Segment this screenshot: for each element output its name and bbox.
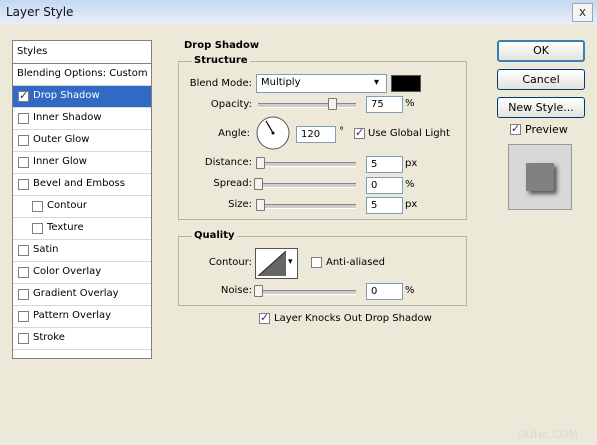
cancel-button[interactable]: Cancel (497, 69, 585, 90)
close-button[interactable]: x (572, 3, 593, 22)
styles-item-label: Inner Glow (33, 156, 87, 167)
styles-item-inner-shadow[interactable]: Inner Shadow (13, 108, 151, 130)
contour-curve-icon (258, 251, 286, 276)
window-title: Layer Style (6, 5, 74, 19)
spread-slider-thumb[interactable] (254, 178, 263, 190)
use-global-light-checkbox[interactable] (354, 126, 365, 139)
noise-slider-thumb[interactable] (254, 285, 263, 297)
preview-thumbnail (508, 144, 572, 210)
size-label: Size: (228, 199, 252, 210)
structure-title: Structure (192, 55, 250, 66)
noise-label: Noise: (220, 285, 252, 296)
styles-item-blending-options-custom[interactable]: Blending Options: Custom (13, 64, 151, 86)
styles-item-checkbox[interactable] (18, 333, 29, 344)
noise-unit: % (405, 285, 415, 296)
styles-item-checkbox[interactable] (18, 113, 29, 124)
styles-item-checkbox[interactable] (18, 157, 29, 168)
styles-item-label: Contour (47, 200, 87, 211)
styles-item-label: Drop Shadow (33, 90, 100, 101)
spread-slider-track[interactable] (258, 183, 356, 188)
distance-slider-track[interactable] (258, 162, 356, 167)
styles-item-label: Stroke (33, 332, 65, 343)
styles-item-pattern-overlay[interactable]: Pattern Overlay (13, 306, 151, 328)
opacity-slider-thumb[interactable] (327, 98, 337, 110)
styles-item-checkbox[interactable] (18, 267, 29, 278)
styles-item-checkbox[interactable] (18, 89, 29, 102)
styles-item-label: Color Overlay (33, 266, 102, 277)
ok-button[interactable]: OK (497, 40, 585, 62)
styles-item-checkbox[interactable] (18, 179, 29, 190)
distance-input[interactable]: 5 (366, 156, 403, 173)
size-input[interactable]: 5 (366, 197, 403, 214)
styles-header[interactable]: Styles (13, 41, 151, 64)
use-global-light-label: Use Global Light (368, 128, 450, 139)
blend-mode-select[interactable]: Multiply ▾ (256, 74, 387, 93)
styles-item-label: Pattern Overlay (33, 310, 112, 321)
styles-item-texture[interactable]: Texture (13, 218, 151, 240)
contour-picker[interactable]: ▾ (255, 248, 298, 279)
styles-item-label: Outer Glow (33, 134, 90, 145)
blend-mode-label: Blend Mode: (189, 78, 252, 89)
styles-item-checkbox[interactable] (32, 223, 43, 234)
drop-shadow-title: Drop Shadow (182, 40, 262, 51)
styles-item-color-overlay[interactable]: Color Overlay (13, 262, 151, 284)
distance-slider-thumb[interactable] (255, 157, 265, 169)
styles-list: Styles Blending Options: Custom Drop Shad… (12, 40, 152, 359)
chevron-down-icon: ▾ (374, 77, 380, 88)
styles-item-satin[interactable]: Satin (13, 240, 151, 262)
size-slider-track[interactable] (258, 204, 356, 209)
styles-item-gradient-overlay[interactable]: Gradient Overlay (13, 284, 151, 306)
styles-item-label: Texture (47, 222, 84, 233)
styles-item-inner-glow[interactable]: Inner Glow (13, 152, 151, 174)
distance-unit: px (405, 158, 418, 169)
angle-unit: ° (339, 126, 344, 137)
spread-label: Spread: (213, 178, 252, 189)
angle-input[interactable]: 120 (296, 126, 336, 143)
styles-item-contour[interactable]: Contour (13, 196, 151, 218)
distance-label: Distance: (204, 157, 252, 168)
styles-item-label: Inner Shadow (33, 112, 102, 123)
styles-item-label: Bevel and Emboss (33, 178, 125, 189)
styles-item-label: Gradient Overlay (33, 288, 119, 299)
styles-item-drop-shadow[interactable]: Drop Shadow (13, 86, 151, 108)
size-unit: px (405, 199, 418, 210)
styles-item-label: Satin (33, 244, 59, 255)
new-style-button[interactable]: New Style... (497, 97, 585, 118)
angle-label: Angle: (218, 128, 250, 139)
preview-checkbox[interactable] (510, 122, 521, 135)
contour-label: Contour: (208, 257, 252, 268)
layer-knocks-out-label: Layer Knocks Out Drop Shadow (274, 313, 432, 324)
styles-item-outer-glow[interactable]: Outer Glow (13, 130, 151, 152)
anti-aliased-label: Anti-aliased (326, 257, 386, 268)
opacity-input[interactable]: 75 (366, 96, 403, 113)
title-bar (0, 0, 597, 24)
layer-knocks-out-checkbox[interactable] (259, 311, 270, 324)
opacity-label: Opacity: (210, 99, 252, 110)
spread-input[interactable]: 0 (366, 177, 403, 194)
watermark: OUHe.COM (517, 428, 579, 441)
angle-dial[interactable] (255, 115, 291, 151)
styles-item-checkbox[interactable] (18, 245, 29, 256)
styles-item-checkbox[interactable] (18, 311, 29, 322)
size-slider-thumb[interactable] (255, 199, 265, 211)
opacity-slider-track[interactable] (258, 103, 356, 108)
styles-item-checkbox[interactable] (18, 289, 29, 300)
styles-item-checkbox[interactable] (32, 201, 43, 212)
opacity-unit: % (405, 98, 415, 109)
styles-item-checkbox[interactable] (18, 135, 29, 146)
spread-unit: % (405, 179, 415, 190)
noise-input[interactable]: 0 (366, 283, 403, 300)
preview-shape (526, 163, 554, 191)
quality-title: Quality (192, 230, 237, 241)
styles-item-stroke[interactable]: Stroke (13, 328, 151, 350)
chevron-down-icon: ▾ (288, 257, 293, 267)
preview-label: Preview (525, 123, 568, 136)
shadow-color-swatch[interactable] (391, 75, 421, 92)
noise-slider-track[interactable] (258, 290, 356, 295)
styles-item-bevel-and-emboss[interactable]: Bevel and Emboss (13, 174, 151, 196)
styles-item-label: Blending Options: Custom (17, 68, 148, 79)
anti-aliased-checkbox[interactable] (311, 257, 322, 268)
